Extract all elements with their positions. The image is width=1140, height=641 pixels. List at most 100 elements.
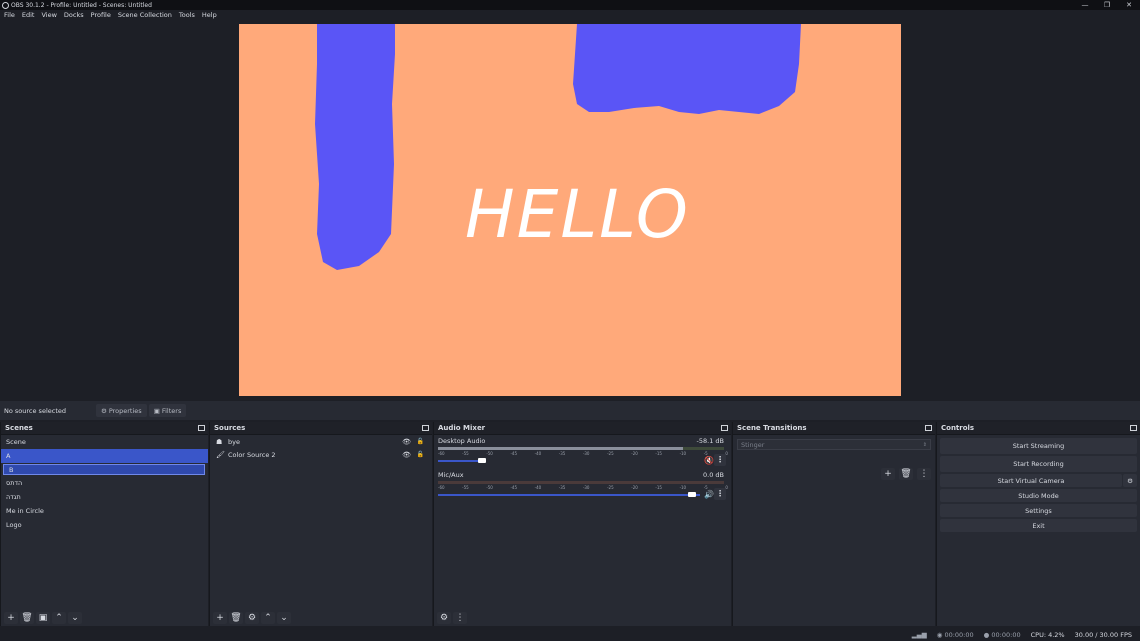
source-item[interactable]: 🖌 Color Source 2 👁 🔓	[210, 448, 432, 461]
undock-icon[interactable]	[721, 425, 728, 431]
virtual-camera-gear-icon[interactable]: ⚙	[1123, 474, 1137, 487]
mixer-channel-desktop: Desktop Audio -58.1 dB -60 -55 -50 -45 -…	[434, 435, 731, 469]
menu-view[interactable]: View	[38, 11, 59, 19]
trash-icon[interactable]: 🗑	[899, 468, 913, 480]
undock-icon[interactable]	[925, 425, 932, 431]
scene-item[interactable]: Me in Circle	[1, 504, 208, 518]
tick-label: -10	[679, 485, 687, 490]
scene-item-selected[interactable]: A	[1, 449, 208, 463]
gear-icon: ⚙	[101, 406, 107, 415]
more-options-icon[interactable]: ⋮	[917, 468, 931, 480]
dock-title: Controls	[941, 424, 975, 432]
close-button[interactable]: ✕	[1118, 0, 1140, 10]
volume-knob[interactable]	[688, 492, 696, 497]
scene-transitions-dock: Scene Transitions Stinger ⇕ + 🗑 ⋮	[732, 422, 935, 626]
move-down-icon[interactable]: ⌄	[68, 612, 82, 624]
dock-title: Scene Transitions	[737, 424, 807, 432]
preview-area: HELLO	[0, 20, 1140, 400]
undock-icon[interactable]	[422, 425, 429, 431]
undock-icon[interactable]	[1130, 425, 1137, 431]
tick-label: -40	[534, 485, 542, 490]
properties-button[interactable]: ⚙ Properties	[96, 404, 147, 417]
dock-header: Scene Transitions	[733, 422, 935, 435]
dock-title: Sources	[214, 424, 246, 432]
tick-label: -55	[462, 485, 469, 490]
preview-canvas[interactable]: HELLO	[239, 24, 901, 396]
scene-item[interactable]: Logo	[1, 518, 208, 532]
menu-docks[interactable]: Docks	[61, 11, 87, 19]
meter-ticks: -60 -55 -50 -45 -40 -35 -30 -25 -20 -15 …	[438, 451, 728, 458]
eye-icon[interactable]: 👁	[402, 451, 411, 459]
gear-icon[interactable]: ⚙	[245, 612, 259, 624]
obs-logo-icon	[2, 1, 9, 9]
tick-label: -30	[582, 485, 590, 490]
advanced-audio-gear-icon[interactable]: ⚙	[437, 612, 451, 624]
filter-icon[interactable]: ▣	[36, 612, 50, 624]
channel-name: Desktop Audio	[438, 437, 486, 445]
signal-bars-icon: ▂▄▆	[911, 630, 927, 639]
scenes-dock: Scenes Scene A B הדתס תגדה Me in Circle …	[0, 422, 208, 626]
exit-button[interactable]: Exit	[940, 519, 1137, 532]
start-streaming-button[interactable]: Start Streaming	[940, 438, 1137, 454]
channel-name: Mic/Aux	[438, 471, 464, 479]
lock-icon[interactable]: 🔓	[417, 451, 424, 458]
menu-tools[interactable]: Tools	[176, 11, 198, 19]
tick-label: -50	[486, 451, 493, 456]
volume-slider[interactable]	[438, 494, 700, 496]
start-recording-button[interactable]: Start Recording	[940, 456, 1137, 472]
maximize-button[interactable]: ❐	[1096, 0, 1118, 10]
status-bar: ▂▄▆ ◉ 00:00:00 ● 00:00:00 CPU: 4.2% 30.0…	[0, 628, 1140, 641]
start-virtual-camera-button[interactable]: Start Virtual Camera	[940, 474, 1122, 487]
move-up-icon[interactable]: ⌃	[52, 612, 66, 624]
menu-edit[interactable]: Edit	[19, 11, 38, 19]
lock-icon[interactable]: 🔓	[417, 438, 424, 445]
scene-item[interactable]: תגדה	[1, 490, 208, 504]
menu-help[interactable]: Help	[199, 11, 220, 19]
selection-status: No source selected	[4, 406, 66, 415]
add-icon[interactable]: +	[4, 612, 18, 624]
filter-icon: ▣	[153, 406, 160, 415]
muted-speaker-icon[interactable]: 🔇	[704, 456, 714, 465]
scene-item-rename[interactable]: B	[3, 464, 205, 475]
move-down-icon[interactable]: ⌄	[277, 612, 291, 624]
trash-icon[interactable]: 🗑	[229, 612, 243, 624]
transition-select[interactable]: Stinger ⇕	[737, 439, 931, 450]
source-item[interactable]: ☗ bye 👁 🔓	[210, 435, 432, 448]
more-options-icon[interactable]: ⋮	[453, 612, 467, 624]
chevron-updown-icon: ⇕	[922, 441, 927, 448]
sources-dock: Sources ☗ bye 👁 🔓 🖌 Color Source 2 👁 🔓 +…	[209, 422, 432, 626]
channel-db: 0.0 dB	[703, 471, 724, 479]
tick-label: -15	[655, 451, 662, 456]
volume-meter	[438, 481, 724, 484]
eye-icon[interactable]: 👁	[402, 438, 411, 446]
trash-icon[interactable]: 🗑	[20, 612, 34, 624]
menu-scene-collection[interactable]: Scene Collection	[115, 11, 175, 19]
more-options-icon[interactable]: ⋮	[714, 488, 726, 500]
volume-knob[interactable]	[478, 458, 486, 463]
menu-file[interactable]: File	[1, 11, 18, 19]
add-icon[interactable]: +	[881, 468, 895, 480]
add-icon[interactable]: +	[213, 612, 227, 624]
tick-label: -10	[679, 451, 687, 456]
settings-button[interactable]: Settings	[940, 504, 1137, 517]
dock-title: Scenes	[5, 424, 33, 432]
speaker-icon[interactable]: 🔊	[704, 490, 714, 499]
hello-text: HELLO	[465, 176, 690, 253]
channel-db: -58.1 dB	[696, 437, 724, 445]
menu-profile[interactable]: Profile	[88, 11, 114, 19]
undock-icon[interactable]	[198, 425, 205, 431]
transition-toolbar: + 🗑 ⋮	[881, 468, 931, 480]
tick-label: -50	[486, 485, 493, 490]
studio-mode-button[interactable]: Studio Mode	[940, 489, 1137, 502]
move-up-icon[interactable]: ⌃	[261, 612, 275, 624]
scene-item[interactable]: Scene	[1, 435, 208, 449]
tick-label: -35	[558, 451, 566, 456]
mixer-channel-mic: Mic/Aux 0.0 dB -60 -55 -50 -45 -40 -35 -…	[434, 469, 731, 503]
scene-item[interactable]: הדתס	[1, 476, 208, 490]
filters-button[interactable]: ▣ Filters	[148, 404, 187, 417]
stream-time: 00:00:00	[944, 630, 974, 639]
more-options-icon[interactable]: ⋮	[714, 454, 726, 466]
virtual-camera-row: Start Virtual Camera ⚙	[937, 472, 1140, 487]
paint-brush-icon: 🖌	[216, 450, 225, 459]
minimize-button[interactable]: —	[1074, 0, 1096, 10]
